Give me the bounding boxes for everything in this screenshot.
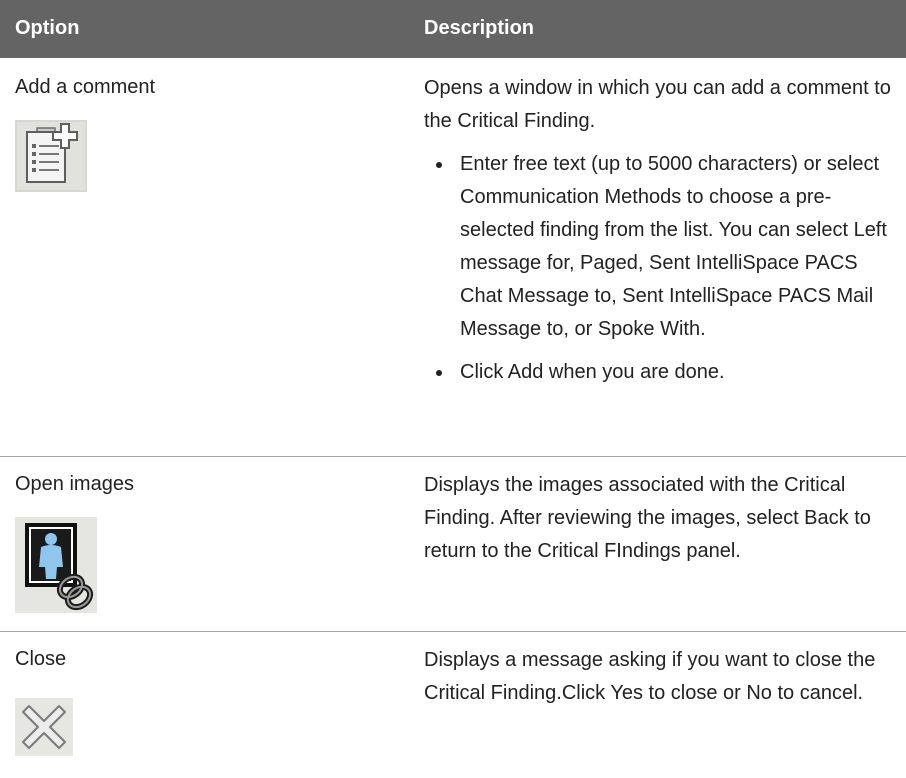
open-images-icon bbox=[15, 517, 97, 618]
option-label: Close bbox=[15, 648, 67, 670]
table-row: Add a comment Opens a window in which yo… bbox=[0, 58, 906, 457]
description-column-header: Description bbox=[424, 17, 535, 39]
table-row: Open images Displays the images associat… bbox=[0, 457, 906, 632]
option-column-header: Option bbox=[15, 17, 80, 39]
table-header: Option Description bbox=[0, 0, 906, 58]
add-comment-icon bbox=[15, 120, 87, 197]
description-text: Opens a window in which you can add a co… bbox=[424, 77, 891, 132]
option-description: Displays the images associated with the … bbox=[424, 469, 894, 568]
option-description: Displays a message asking if you want to… bbox=[424, 644, 894, 710]
list-item: Enter free text (up to 5000 characters) … bbox=[454, 148, 894, 346]
close-icon bbox=[15, 698, 73, 761]
list-item: Click Add when you are done. bbox=[454, 356, 894, 389]
table-row: Close Displays a message asking if you w… bbox=[0, 632, 906, 778]
option-label: Open images bbox=[15, 473, 134, 495]
description-text: Displays the images associated with the … bbox=[424, 474, 871, 562]
option-description: Opens a window in which you can add a co… bbox=[424, 72, 894, 399]
description-bullet-list: Enter free text (up to 5000 characters) … bbox=[424, 148, 894, 389]
description-text: Displays a message asking if you want to… bbox=[424, 649, 876, 704]
option-label: Add a comment bbox=[15, 76, 156, 98]
